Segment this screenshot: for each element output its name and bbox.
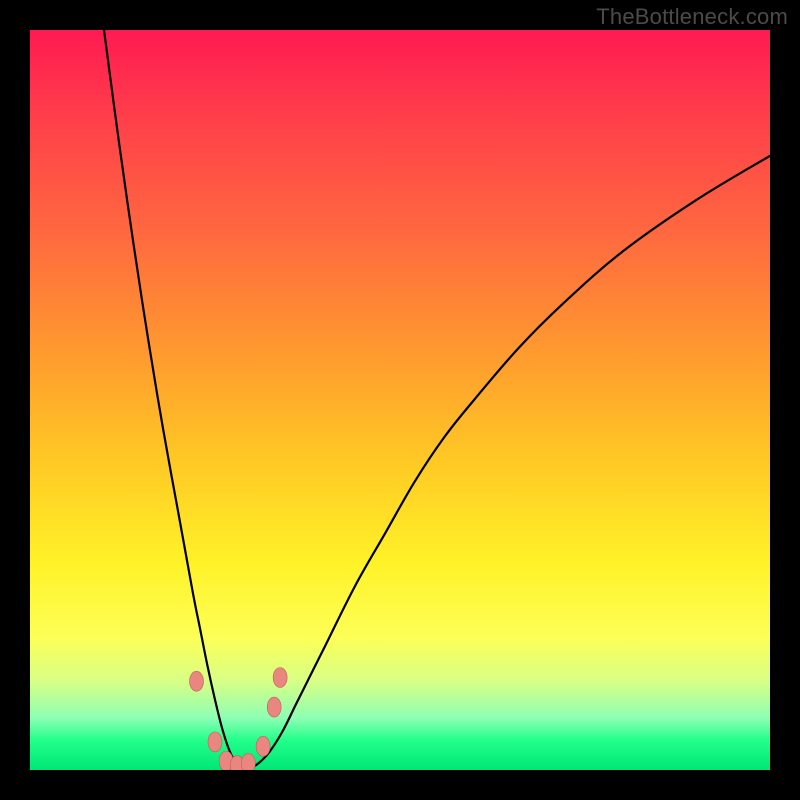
chart-frame: TheBottleneck.com [0,0,800,800]
plot-area [30,30,770,770]
data-marker [208,732,222,752]
data-marker [267,697,281,717]
data-marker [273,668,287,688]
bottleneck-curve [104,30,770,769]
curve-markers [190,668,288,771]
curve-svg [30,30,770,770]
watermark-text: TheBottleneck.com [596,4,788,30]
data-marker [241,753,255,770]
data-marker [190,671,204,691]
data-marker [256,736,270,756]
